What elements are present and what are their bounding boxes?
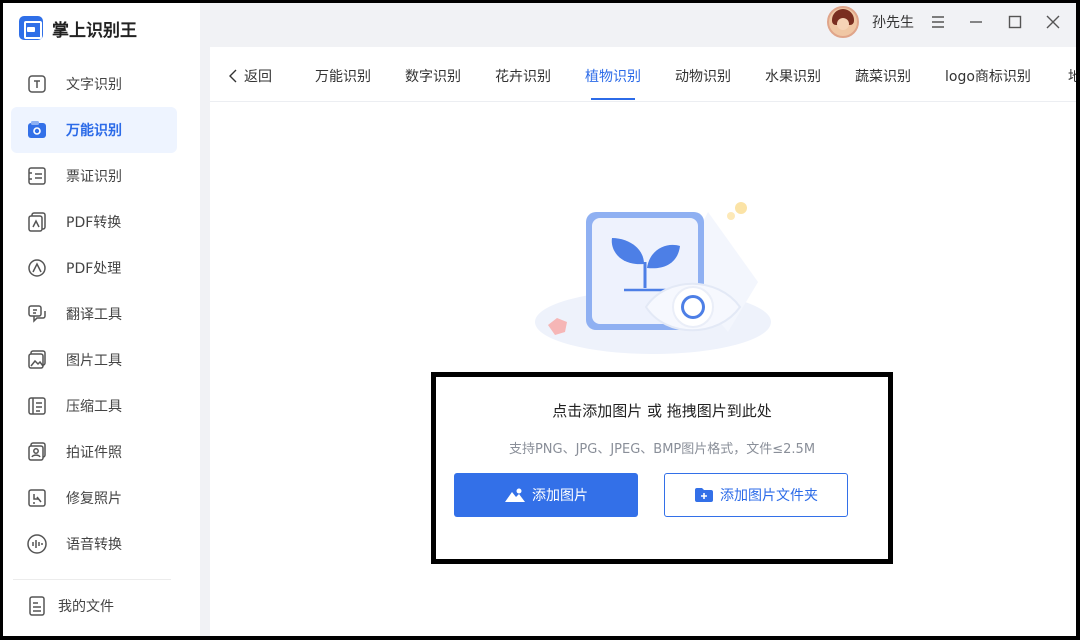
add-image-button[interactable]: 添加图片	[454, 473, 638, 517]
tab-fruit[interactable]: 水果识别	[765, 66, 821, 86]
close-icon	[1046, 15, 1060, 29]
sidebar-item-label: 文字识别	[66, 77, 122, 93]
tab-logo[interactable]: logo商标识别	[945, 66, 1031, 86]
sidebar-item-label: 图片工具	[66, 353, 122, 369]
repair-icon	[28, 489, 46, 507]
tab-vegetable[interactable]: 蔬菜识别	[855, 66, 911, 86]
compress-icon	[28, 397, 46, 415]
sidebar-item-label: 翻译工具	[66, 307, 122, 323]
sidebar-item-pdf-process[interactable]: PDF处理	[11, 245, 177, 291]
tab-universal[interactable]: 万能识别	[315, 66, 371, 86]
close-button[interactable]	[1042, 11, 1064, 33]
image-icon	[28, 350, 46, 369]
sidebar-item-label: 拍证件照	[66, 445, 122, 461]
recognition-tabs: 返回 万能识别 数字识别 花卉识别 植物识别 动物识别 水果识别 蔬菜识别 lo…	[210, 47, 1076, 102]
voice-icon	[27, 534, 47, 554]
tab-plant[interactable]: 植物识别	[585, 66, 641, 100]
sidebar-item-compress[interactable]: 压缩工具	[11, 383, 177, 429]
back-label: 返回	[244, 69, 272, 85]
sidebar-item-label: PDF处理	[66, 261, 122, 277]
file-icon	[29, 596, 45, 616]
app-logo-icon	[19, 16, 43, 40]
upload-drop-zone[interactable]: 点击添加图片 或 拖拽图片到此处 支持PNG、JPG、JPEG、BMP图片格式，…	[431, 372, 893, 564]
minimize-button[interactable]	[965, 11, 987, 33]
translate-icon	[28, 305, 46, 323]
folder-plus-icon	[694, 487, 714, 503]
upload-format-hint: 支持PNG、JPG、JPEG、BMP图片格式，文件≤2.5M	[508, 442, 816, 457]
sidebar-item-translate[interactable]: 翻译工具	[11, 291, 177, 337]
sidebar-item-text-ocr[interactable]: 文字识别	[11, 61, 177, 107]
sidebar-divider	[13, 579, 171, 580]
sidebar-item-my-files[interactable]: 我的文件	[11, 588, 177, 624]
sidebar-nav: 文字识别 万能识别 票证识别 PDF转换 PDF处理 翻译工具 图片工具 压缩工…	[11, 61, 177, 567]
maximize-icon	[1008, 15, 1022, 29]
sidebar-item-label: 压缩工具	[66, 399, 122, 415]
add-image-label: 添加图片	[532, 488, 588, 504]
menu-button[interactable]	[927, 11, 949, 33]
sidebar-item-label: 我的文件	[58, 599, 114, 615]
scan-icon	[28, 121, 46, 138]
maximize-button[interactable]	[1004, 11, 1026, 33]
ticket-icon	[28, 167, 46, 185]
sidebar: 掌上识别王 文字识别 万能识别 票证识别 PDF转换 PDF处理 翻译工具 图片…	[3, 3, 200, 636]
mountain-image-icon	[504, 487, 526, 503]
text-icon	[28, 75, 46, 93]
sidebar-item-ticket-ocr[interactable]: 票证识别	[11, 153, 177, 199]
sidebar-item-label: 票证识别	[66, 169, 122, 185]
tab-flower[interactable]: 花卉识别	[495, 66, 551, 86]
sidebar-item-repair-photo[interactable]: 修复照片	[11, 475, 177, 521]
sidebar-item-label: 语音转换	[66, 537, 122, 553]
pdf-process-icon	[28, 259, 46, 277]
user-profile[interactable]: 孙先生	[827, 5, 914, 39]
sidebar-item-id-photo[interactable]: 拍证件照	[11, 429, 177, 475]
minimize-icon	[970, 21, 982, 23]
id-photo-icon	[28, 442, 46, 461]
title-bar: 孙先生	[200, 3, 1076, 47]
sidebar-item-label: 修复照片	[66, 491, 122, 507]
tab-digit[interactable]: 数字识别	[405, 66, 461, 86]
add-image-folder-label: 添加图片文件夹	[720, 488, 818, 504]
plant-recognition-illustration	[535, 202, 771, 354]
sidebar-item-image-tools[interactable]: 图片工具	[11, 337, 177, 383]
sidebar-item-universal-ocr[interactable]: 万能识别	[11, 107, 177, 153]
sidebar-item-voice-convert[interactable]: 语音转换	[11, 521, 177, 567]
brand: 掌上识别王	[19, 15, 137, 41]
add-image-folder-button[interactable]: 添加图片文件夹	[664, 473, 848, 517]
back-button[interactable]: 返回	[228, 66, 272, 86]
content-panel: 返回 万能识别 数字识别 花卉识别 植物识别 动物识别 水果识别 蔬菜识别 lo…	[210, 47, 1076, 636]
pdf-icon	[28, 212, 46, 232]
sidebar-item-label: PDF转换	[66, 215, 122, 231]
upload-title: 点击添加图片 或 拖拽图片到此处	[552, 402, 772, 420]
app-window: 掌上识别王 文字识别 万能识别 票证识别 PDF转换 PDF处理 翻译工具 图片…	[3, 3, 1076, 636]
avatar[interactable]	[827, 6, 859, 38]
sidebar-item-pdf-convert[interactable]: PDF转换	[11, 199, 177, 245]
user-name: 孙先生	[872, 15, 914, 31]
main-area: 孙先生 返回 万能识别 数字识别 花卉识别 植物识别 动物识别 水果识别 蔬菜识…	[200, 3, 1076, 636]
chevron-left-icon	[229, 69, 237, 83]
app-title: 掌上识别王	[52, 20, 137, 41]
menu-icon	[932, 16, 944, 28]
sidebar-item-label: 万能识别	[66, 123, 122, 139]
tab-more[interactable]: 地	[1068, 66, 1076, 86]
tab-animal[interactable]: 动物识别	[675, 66, 731, 86]
